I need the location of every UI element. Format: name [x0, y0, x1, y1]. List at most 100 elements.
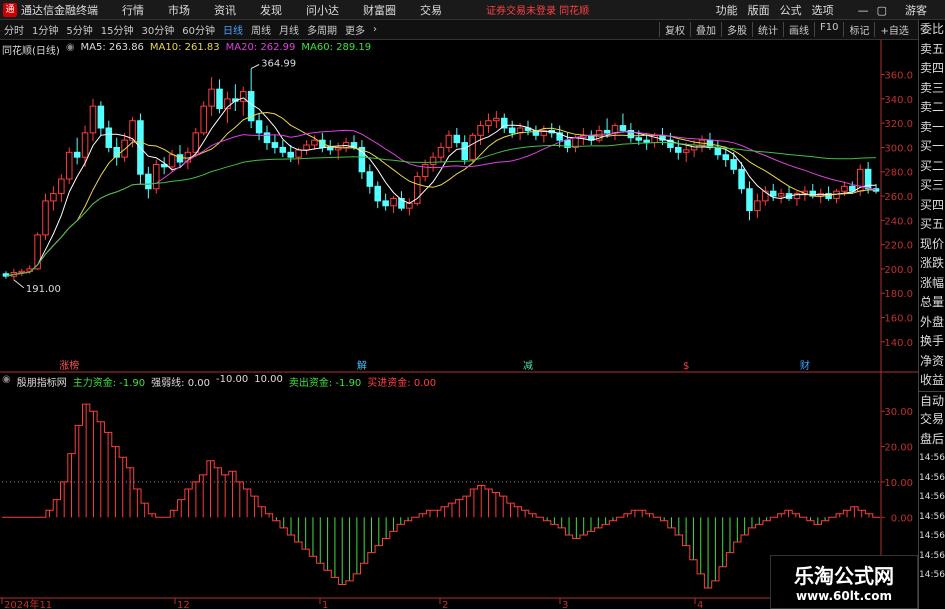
side-panel-item[interactable]: 14:56	[919, 566, 945, 586]
candle-body	[303, 144, 310, 151]
candle-body	[374, 185, 381, 202]
candle-body	[477, 125, 484, 136]
low-price-label: 191.00	[26, 284, 61, 295]
period-tab-week[interactable]: 周线	[247, 22, 275, 37]
menu-item-discover[interactable]: 发现	[260, 2, 282, 18]
menu-options[interactable]: 选项	[812, 2, 834, 18]
tool-adjust[interactable]: 复权	[659, 22, 690, 37]
side-panel-item[interactable]: 涨跌	[919, 254, 945, 274]
period-tab-time[interactable]: 分时	[0, 22, 28, 37]
guest-label[interactable]: 游客	[905, 2, 927, 18]
tool-add-favorite[interactable]: +自选	[874, 22, 913, 37]
candle-body	[121, 139, 128, 158]
menu-item-market[interactable]: 市场	[168, 2, 190, 18]
high-price-label: 364.99	[261, 59, 296, 70]
y-tick-label: 320.0	[884, 119, 913, 130]
menu-item-news[interactable]: 资讯	[214, 2, 236, 18]
side-panel-item[interactable]: 14:56	[919, 508, 945, 528]
indicator-ten: 10.00	[254, 374, 283, 385]
period-tab-day[interactable]: 日线	[219, 22, 247, 37]
ma60-line	[5, 141, 877, 277]
period-tab-month[interactable]: 月线	[275, 22, 303, 37]
minimize-icon[interactable]: —	[858, 4, 869, 17]
side-panel-item[interactable]: 14:56	[919, 488, 945, 508]
maximize-icon[interactable]: ▢	[877, 4, 887, 17]
high-pointer	[250, 64, 260, 69]
menu-item-wealth[interactable]: 财富圈	[363, 2, 396, 18]
period-tab-15min[interactable]: 15分钟	[97, 22, 138, 37]
tool-f10[interactable]: F10	[814, 22, 843, 37]
side-panel-item[interactable]: 交易	[919, 410, 945, 430]
side-panel-item[interactable]: 卖四	[919, 59, 945, 79]
app-logo-icon: 通	[3, 2, 17, 17]
watermark-title: 乐淘公式网	[794, 564, 894, 588]
side-panel-item[interactable]: 买一	[919, 137, 945, 157]
trade-login-notice[interactable]: 证券交易未登录 同花顺	[486, 2, 589, 17]
side-panel-item[interactable]: 外盘	[919, 313, 945, 333]
period-tab-60min[interactable]: 60分钟	[178, 22, 219, 37]
tool-draw[interactable]: 画线	[783, 22, 814, 37]
period-tab-multi[interactable]: 多周期	[303, 22, 341, 37]
candle-body	[469, 134, 476, 161]
side-panel-item[interactable]: 净资	[919, 352, 945, 372]
period-tab-1min[interactable]: 1分钟	[28, 22, 62, 37]
menu-item-quotes[interactable]: 行情	[122, 2, 144, 18]
side-panel-item[interactable]: 买三	[919, 176, 945, 196]
side-panel-item[interactable]: 14:56	[919, 449, 945, 469]
candle-body	[65, 151, 73, 180]
side-panel-item[interactable]: 卖五	[919, 40, 945, 60]
y-tick-label: 300.0	[884, 143, 913, 154]
side-panel-item[interactable]: 盘后	[919, 430, 945, 450]
side-panel-item[interactable]: 买五	[919, 215, 945, 235]
y-tick-label: 280.0	[884, 168, 913, 179]
period-tab-30min[interactable]: 30分钟	[137, 22, 178, 37]
indicator-main: 主力资金: -1.90	[72, 378, 146, 389]
period-tab-more[interactable]: 更多	[341, 22, 369, 37]
side-panel-item[interactable]: 收益	[919, 371, 945, 391]
side-panel-item[interactable]: 换手	[919, 332, 945, 352]
ind-y-tick-label: 20.00	[884, 443, 913, 454]
candle-body	[635, 137, 643, 141]
y-tick-label: 220.0	[884, 241, 913, 252]
event-label: 解	[357, 359, 367, 372]
period-tab-5min[interactable]: 5分钟	[62, 22, 96, 37]
indicator-neg: -10.00	[215, 374, 249, 385]
side-panel-item[interactable]: 14:56	[919, 469, 945, 489]
y-tick-label: 180.0	[884, 289, 913, 300]
candle-body	[682, 149, 690, 153]
side-panel-item[interactable]: 自动	[919, 390, 945, 411]
tool-stats[interactable]: 统计	[752, 22, 783, 37]
candle-body	[366, 171, 374, 187]
side-panel-item[interactable]: 卖一	[919, 118, 945, 138]
side-panel-item[interactable]: 14:56	[919, 547, 945, 567]
menu-layout[interactable]: 版面	[748, 2, 770, 18]
side-panel-item[interactable]: 买四	[919, 196, 945, 216]
tool-mark[interactable]: 标记	[843, 22, 874, 37]
side-panel-item[interactable]: 委比	[919, 20, 945, 40]
event-label: $	[683, 361, 689, 372]
menu-formula[interactable]: 公式	[780, 2, 802, 18]
side-panel-item[interactable]: 涨幅	[919, 274, 945, 294]
candle-body	[619, 125, 627, 131]
candle-body	[168, 154, 176, 168]
ind-outline	[2, 403, 880, 589]
tool-multi-stock[interactable]: 多股	[721, 22, 752, 37]
candle-body	[611, 125, 619, 134]
tool-overlay[interactable]: 叠加	[690, 22, 721, 37]
menu-item-trade[interactable]: 交易	[420, 2, 442, 18]
side-panel-item[interactable]: 现价	[919, 235, 945, 255]
side-panel-item[interactable]: 卖二	[919, 98, 945, 118]
side-panel-item[interactable]: 14:56	[919, 527, 945, 547]
side-panel-item[interactable]: 总量	[919, 293, 945, 313]
app-title: 通达信金融终端	[21, 3, 98, 17]
event-label: 减	[523, 360, 533, 372]
side-panel-item[interactable]: 卖三	[919, 79, 945, 99]
menu-function[interactable]: 功能	[716, 2, 738, 18]
candle-body	[714, 146, 722, 156]
menu-item-ask[interactable]: 问小达	[306, 2, 339, 18]
chevron-right-icon[interactable]: ›	[369, 24, 381, 35]
side-panel-item[interactable]: 买二	[919, 157, 945, 177]
candle-body	[453, 134, 461, 144]
stock-chart[interactable]: 140.0 160.0 180.0 200.0 220.0 240.0 260.0 280.0…	[0, 40, 918, 609]
candle-body	[129, 120, 136, 141]
